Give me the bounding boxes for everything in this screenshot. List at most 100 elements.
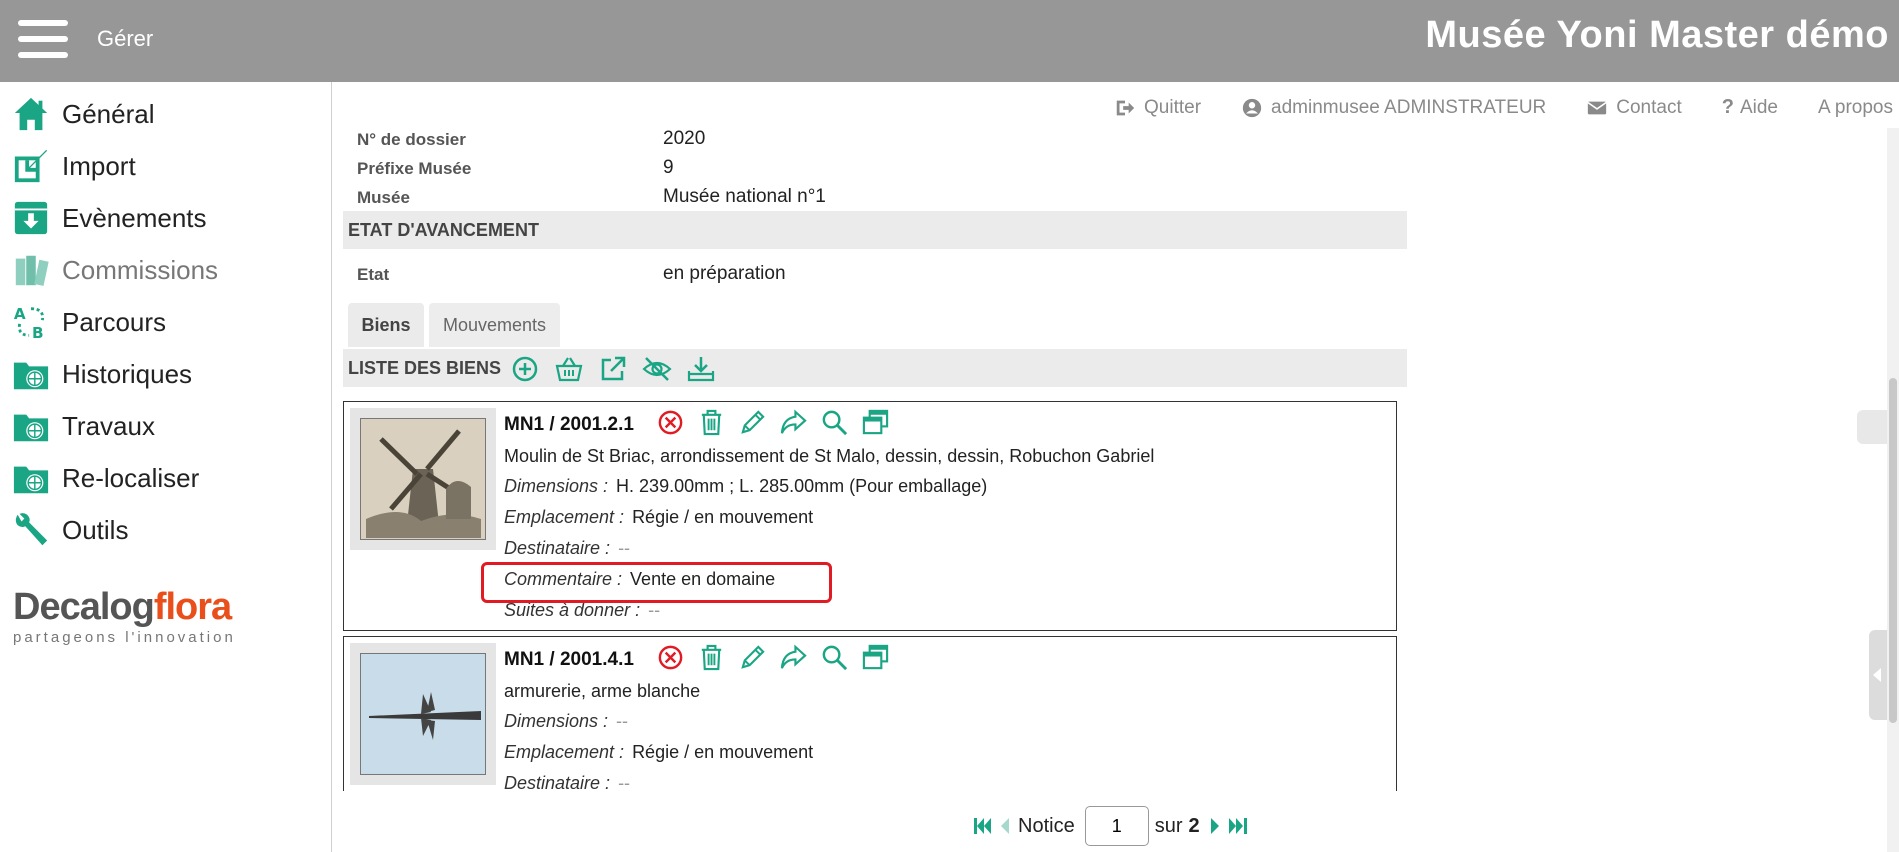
list-item: MN1 / 2001.4.1 armurerie, arme blanche D… [343, 636, 1397, 791]
location-label: Emplacement : [504, 507, 625, 527]
last-page-icon[interactable] [1228, 816, 1250, 836]
side-panel-handle[interactable] [1869, 630, 1887, 720]
sidebar-item-label: Re-localiser [62, 462, 200, 493]
previous-page-icon[interactable] [998, 816, 1012, 836]
state-value: en préparation [663, 263, 786, 284]
item-dimensions: Dimensions : -- [504, 711, 628, 732]
cancel-circle-icon[interactable] [656, 643, 685, 672]
sidebar-item-parcours[interactable]: AB Parcours [12, 299, 166, 345]
item-description: Moulin de St Briac, arrondissement de St… [504, 446, 1155, 466]
side-widget-tab[interactable] [1857, 410, 1887, 444]
item-location: Emplacement : Régie / en mouvement [504, 742, 813, 763]
followup-value: -- [648, 600, 661, 620]
windows-stack-icon[interactable] [861, 643, 890, 672]
cancel-circle-icon[interactable] [656, 408, 685, 437]
sidebar-item-historiques[interactable]: Historiques [12, 351, 192, 397]
dossier-number-value: 2020 [663, 128, 706, 149]
item-recipient: Destinataire : -- [504, 538, 630, 559]
dimensions-value: -- [616, 711, 629, 731]
tab-mouvements[interactable]: Mouvements [429, 303, 560, 347]
item-description: armurerie, arme blanche [504, 681, 701, 701]
item-reference: MN1 / 2001.4.1 [504, 649, 634, 670]
logo-word-flora: flora [153, 586, 232, 628]
sidebar-item-label: Outils [62, 514, 129, 545]
share-arrow-icon[interactable] [779, 408, 808, 437]
item-thumbnail-blade[interactable] [350, 643, 496, 785]
page-number-input[interactable] [1084, 806, 1149, 846]
download-tray-icon[interactable] [686, 354, 716, 384]
item-actions [656, 643, 890, 672]
globe-folder-icon [13, 466, 49, 494]
state-label: Etat [357, 265, 390, 284]
top-links: Quitter adminmusee ADMINSTRATEUR Contact… [1074, 96, 1893, 119]
item-followup: Suites à donner : -- [504, 600, 660, 621]
museum-prefix-label: Préfixe Musée [357, 159, 472, 178]
first-page-icon[interactable] [972, 816, 992, 836]
basket-icon[interactable] [554, 354, 584, 384]
sidebar-item-import[interactable]: Import [12, 143, 136, 189]
logo-word-decalog: Decalog [13, 586, 155, 628]
search-icon[interactable] [820, 643, 849, 672]
hamburger-menu-icon[interactable] [18, 20, 68, 58]
about-link[interactable]: A propos [1818, 96, 1893, 119]
pager-label: Notice [1018, 814, 1075, 837]
item-dimensions: Dimensions : H. 239.00mm ; L. 285.00mm (P… [504, 476, 987, 497]
items-list-title: LISTE DES BIENS [348, 358, 502, 378]
sidebar-item-outils[interactable]: Outils [12, 507, 128, 553]
search-icon[interactable] [820, 408, 849, 437]
decalog-flora-logo: Decalogflora partageons l'innovation [13, 587, 313, 646]
vertical-scrollbar[interactable] [1887, 128, 1899, 852]
recipient-label: Destinataire : [504, 773, 611, 791]
eye-slash-icon[interactable] [642, 354, 672, 384]
quit-link[interactable]: Quitter [1114, 96, 1201, 119]
contact-link[interactable]: Contact [1586, 96, 1682, 119]
wrench-icon [15, 513, 48, 546]
museum-label: Musée [357, 188, 410, 207]
item-image [360, 653, 486, 775]
pager-total: 2 [1188, 814, 1200, 837]
share-arrow-icon[interactable] [779, 643, 808, 672]
external-link-icon[interactable] [598, 354, 628, 384]
sidebar-item-label: Historiques [62, 358, 193, 389]
sidebar-item-relocaliser[interactable]: Re-localiser [12, 455, 199, 501]
help-link[interactable]: ? Aide [1722, 96, 1778, 119]
sidebar-item-evenements[interactable]: Evènements [12, 195, 207, 241]
quit-link-label: Quitter [1144, 96, 1202, 118]
pager-of-label: sur [1154, 814, 1183, 837]
item-thumbnail-windmill[interactable] [350, 408, 496, 550]
dossier-number-label: N° de dossier [357, 130, 466, 149]
trash-icon[interactable] [697, 408, 726, 437]
logo-tagline: partageons l'innovation [13, 629, 236, 646]
museum-prefix-value: 9 [663, 157, 674, 178]
windmill-drawing-image [361, 419, 484, 538]
sidebar-item-commissions[interactable]: Commissions [12, 247, 218, 293]
pencil-icon[interactable] [738, 643, 767, 672]
sidebar-item-label: Général [62, 98, 155, 129]
item-location: Emplacement : Régie / en mouvement [504, 507, 813, 528]
sidebar-item-label: Travaux [62, 410, 155, 441]
progress-section-bar: ETAT D'AVANCEMENT [343, 211, 1407, 249]
sidebar-item-general[interactable]: Général [12, 91, 155, 137]
sidebar-item-travaux[interactable]: Travaux [12, 403, 155, 449]
globe-folder-icon [13, 362, 49, 390]
contact-link-label: Contact [1616, 96, 1682, 118]
sidebar-item-label: Evènements [62, 202, 207, 233]
location-value: Régie / en mouvement [632, 742, 814, 762]
scrollbar-thumb[interactable] [1889, 378, 1897, 723]
item-reference: MN1 / 2001.2.1 [504, 414, 634, 435]
add-circle-icon[interactable] [510, 354, 540, 384]
manage-menu-label[interactable]: Gérer [97, 26, 153, 52]
windows-stack-icon[interactable] [861, 408, 890, 437]
tab-biens[interactable]: Biens [348, 303, 424, 347]
sidebar-item-label: Commissions [62, 254, 219, 285]
item-recipient: Destinataire : -- [504, 773, 630, 791]
progress-section-title: ETAT D'AVANCEMENT [348, 220, 539, 240]
pencil-icon[interactable] [738, 408, 767, 437]
user-link-label: adminmusee ADMINSTRATEUR [1271, 96, 1547, 118]
comment-highlight-box [481, 562, 832, 603]
trash-icon[interactable] [697, 643, 726, 672]
next-page-icon[interactable] [1208, 816, 1222, 836]
user-link[interactable]: adminmusee ADMINSTRATEUR [1241, 96, 1546, 119]
app-title: Musée Yoni Master démo [1425, 14, 1889, 56]
recipient-value: -- [618, 538, 631, 558]
